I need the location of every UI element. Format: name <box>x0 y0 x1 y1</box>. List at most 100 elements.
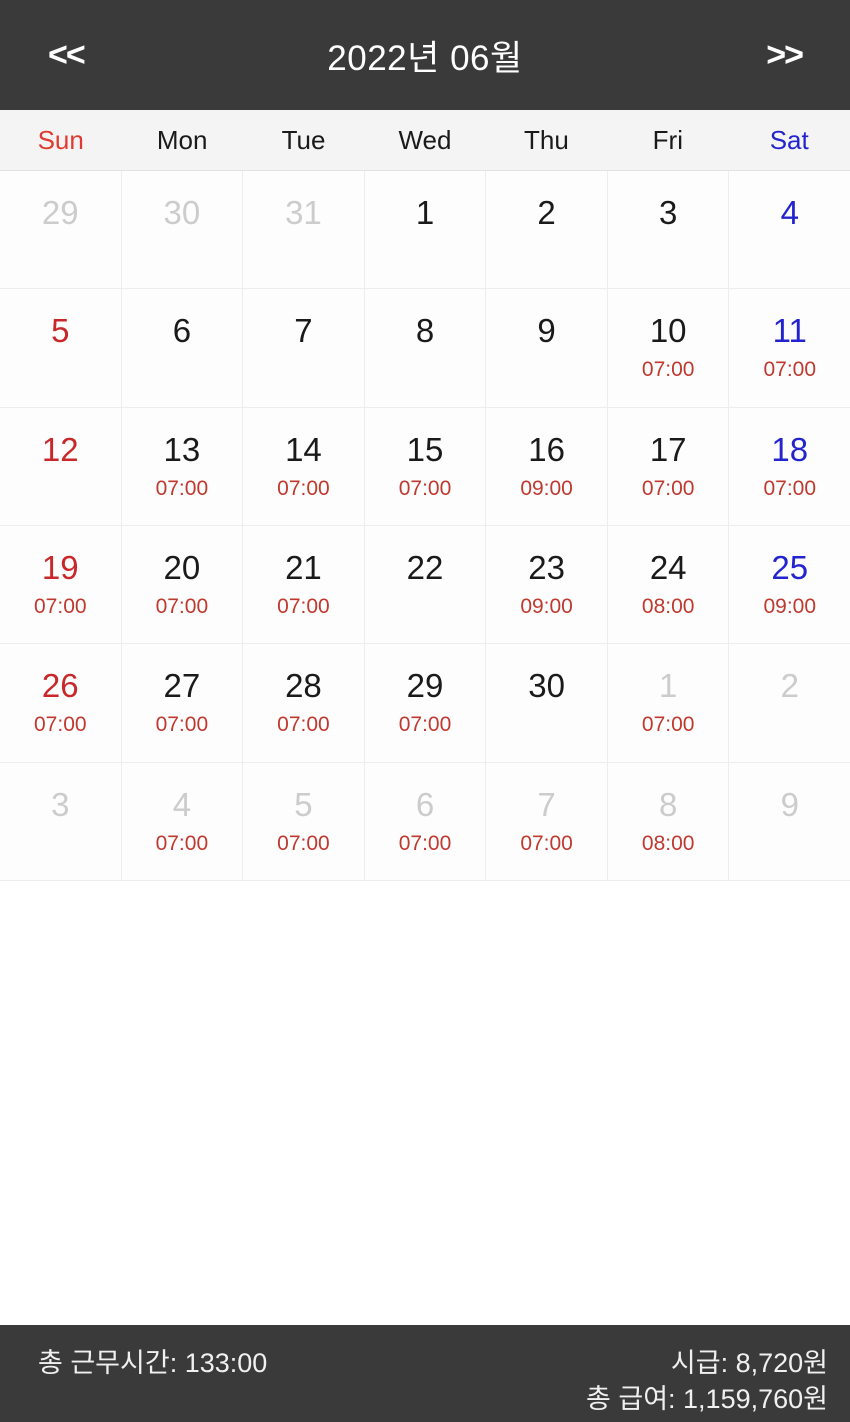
calendar-day-cell[interactable]: 14 07:00 <box>243 407 365 525</box>
day-work-hours: 07:00 <box>277 594 330 618</box>
day-number: 19 <box>41 548 79 586</box>
calendar-day-cell[interactable]: 13 07:00 <box>121 407 244 525</box>
calendar-day-cell[interactable]: 18 07:00 <box>729 407 850 525</box>
weekday-header-thu: Thu <box>523 124 569 155</box>
calendar-day-cell[interactable]: 21 07:00 <box>243 525 365 644</box>
day-work-hours: 07:00 <box>277 476 330 500</box>
day-work-hours: 09:00 <box>763 594 817 618</box>
calendar-day-cell[interactable]: 20 07:00 <box>121 525 244 644</box>
calendar-day-cell[interactable]: 29 <box>0 171 122 289</box>
calendar-day-cell[interactable]: 30 <box>486 644 608 762</box>
calendar-day-cell[interactable]: 17 07:00 <box>607 407 730 525</box>
day-work-hours: 07:00 <box>641 476 695 500</box>
day-number: 31 <box>285 194 322 231</box>
weekday-header-wed: Wed <box>398 124 452 155</box>
calendar-day-cell[interactable]: 10 07:00 <box>607 289 730 407</box>
prev-month-button[interactable]: << <box>48 38 138 72</box>
day-number: 8 <box>415 312 435 350</box>
weekday-header-sat: Sat <box>769 124 809 155</box>
calendar-day-cell[interactable]: 31 <box>243 171 365 289</box>
day-number: 20 <box>163 548 201 586</box>
day-work-hours: 07:00 <box>641 358 695 382</box>
day-number: 26 <box>41 667 79 705</box>
day-number: 6 <box>172 312 192 350</box>
calendar-day-cell[interactable]: 4 07:00 <box>121 762 244 880</box>
calendar-day-cell[interactable]: 16 09:00 <box>486 407 608 525</box>
calendar-day-cell[interactable]: 25 09:00 <box>729 525 850 644</box>
day-number: 17 <box>649 430 687 468</box>
day-work-hours: 07:00 <box>34 713 87 737</box>
day-work-hours: 08:00 <box>641 594 695 618</box>
day-number: 29 <box>41 194 79 231</box>
calendar-day-cell[interactable]: 3 <box>0 762 122 880</box>
day-number: 30 <box>528 667 565 705</box>
calendar-day-cell[interactable]: 26 07:00 <box>0 644 122 762</box>
weekday-header-tue: Tue <box>281 124 326 155</box>
day-work-hours: 07:00 <box>277 831 330 855</box>
total-hours-label: 총 근무시간: 133:00 <box>38 1348 268 1378</box>
calendar-day-cell[interactable]: 22 <box>364 525 487 644</box>
calendar-day-cell[interactable]: 6 <box>121 289 244 407</box>
day-number: 22 <box>406 548 444 586</box>
day-number: 15 <box>406 430 444 468</box>
calendar-day-cell[interactable]: 7 <box>243 289 365 407</box>
day-work-hours: 07:00 <box>155 713 209 737</box>
calendar-day-cell[interactable]: 15 07:00 <box>364 407 487 525</box>
calendar-day-cell[interactable]: 11 07:00 <box>729 289 850 407</box>
calendar-day-cell[interactable]: 24 08:00 <box>607 525 730 644</box>
content-spacer <box>0 881 850 1325</box>
day-number: 13 <box>163 430 201 468</box>
day-work-hours: 07:00 <box>520 831 573 855</box>
day-work-hours: 07:00 <box>155 476 209 500</box>
day-number: 16 <box>528 430 565 468</box>
day-work-hours: 09:00 <box>520 476 573 500</box>
calendar-day-cell[interactable]: 12 <box>0 407 122 525</box>
day-number: 18 <box>771 430 809 468</box>
calendar-day-cell[interactable]: 5 07:00 <box>243 762 365 880</box>
calendar-header: << 2022년 06월 >> <box>0 0 850 110</box>
calendar-day-cell[interactable]: 6 07:00 <box>364 762 487 880</box>
calendar-day-cell[interactable]: 1 <box>364 171 487 289</box>
calendar-week-row: 12 13 07:00 14 07:00 15 07:00 16 09:00 17 07:00 18 0… <box>0 407 850 526</box>
calendar-day-cell[interactable]: 9 <box>729 762 850 880</box>
calendar-day-cell[interactable]: 19 07:00 <box>0 525 122 644</box>
calendar-day-cell[interactable]: 7 07:00 <box>486 762 608 880</box>
page-title: 2022년 06월 <box>327 38 523 78</box>
calendar-day-cell[interactable]: 3 <box>607 171 730 289</box>
day-work-hours: 07:00 <box>277 713 330 737</box>
calendar-day-cell[interactable]: 5 <box>0 289 122 407</box>
calendar-day-cell[interactable]: 29 07:00 <box>364 644 487 762</box>
day-number: 23 <box>528 548 565 586</box>
calendar-grid: 29 30 31 1 2 3 4 5 6 7 8 9 10 07:00 11 07:00 12 13 07:00 14… <box>0 171 850 881</box>
calendar-day-cell[interactable]: 28 07:00 <box>243 644 365 762</box>
calendar-day-cell[interactable]: 2 <box>486 171 608 289</box>
day-number: 9 <box>537 312 556 350</box>
calendar-day-cell[interactable]: 1 07:00 <box>607 644 730 762</box>
summary-footer: 총 근무시간: 133:00 시급: 8,720원 총 급여: 1,159,76… <box>0 1325 850 1422</box>
day-number: 2 <box>537 194 556 231</box>
day-number: 5 <box>51 312 70 350</box>
calendar-day-cell[interactable]: 27 07:00 <box>121 644 244 762</box>
day-number: 28 <box>285 667 322 705</box>
calendar-week-row: 29 30 31 1 2 3 4 <box>0 171 850 290</box>
day-number: 5 <box>294 785 313 823</box>
calendar-week-row: 3 4 07:00 5 07:00 6 07:00 7 07:00 8 08:00 9 <box>0 762 850 881</box>
calendar-day-cell[interactable]: 8 08:00 <box>607 762 730 880</box>
calendar-week-row: 19 07:00 20 07:00 21 07:00 22 23 09:00 24 08:00 25 0… <box>0 525 850 645</box>
day-work-hours: 07:00 <box>34 594 87 618</box>
day-number: 12 <box>41 430 79 468</box>
calendar-day-cell[interactable]: 2 <box>729 644 850 762</box>
calendar-day-cell[interactable]: 30 <box>121 171 244 289</box>
calendar-day-cell[interactable]: 4 <box>729 171 850 289</box>
calendar-day-cell[interactable]: 23 09:00 <box>486 525 608 644</box>
next-month-button[interactable]: >> <box>712 38 804 72</box>
day-number: 27 <box>163 667 201 705</box>
calendar-day-cell[interactable]: 8 <box>364 289 487 407</box>
day-number: 1 <box>415 194 435 231</box>
calendar-day-cell[interactable]: 9 <box>486 289 608 407</box>
day-work-hours: 07:00 <box>641 713 695 737</box>
calendar-week-row: 26 07:00 27 07:00 28 07:00 29 07:00 30 1 07:00 2 <box>0 644 850 763</box>
day-number: 7 <box>537 785 556 823</box>
calendar-week-row: 5 6 7 8 9 10 07:00 11 07:00 <box>0 289 850 408</box>
total-pay-label: 총 급여: 1,159,760원 <box>586 1384 828 1414</box>
